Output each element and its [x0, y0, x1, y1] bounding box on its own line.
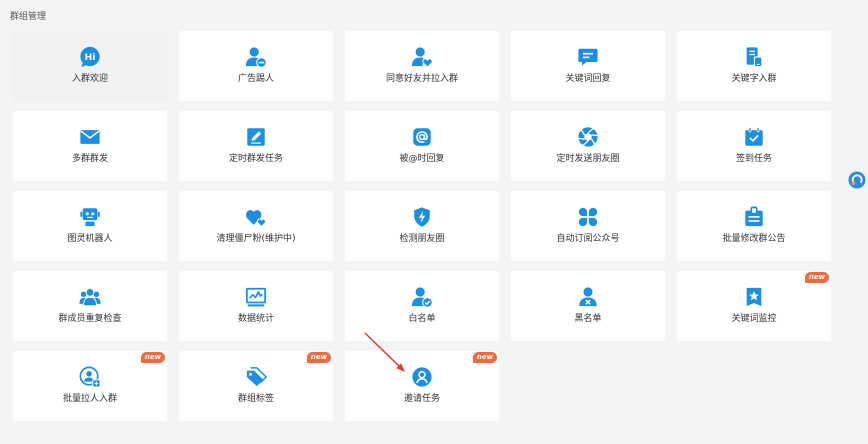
- tile-auto-subscribe[interactable]: 自动订阅公众号: [511, 191, 665, 261]
- edit-icon: [245, 126, 267, 148]
- tile-ad-kick[interactable]: 广告踢人: [179, 31, 333, 101]
- clover-icon: [577, 206, 599, 228]
- calendar-check-icon: [743, 126, 765, 148]
- tile-label: 广告踢人: [237, 74, 274, 84]
- user-circle-add-icon: [79, 366, 101, 388]
- tile-invite-task[interactable]: 邀请任务 new: [345, 351, 499, 421]
- tile-keyword-join[interactable]: 关键字入群: [677, 31, 831, 101]
- tile-label: 入群欢迎: [71, 74, 108, 84]
- tile-accept-friend-invite[interactable]: 同意好友并拉入群: [345, 31, 499, 101]
- user-heart-icon: [411, 46, 433, 68]
- tile-detect-moments[interactable]: 检测朋友圈: [345, 191, 499, 261]
- user-circle-icon: [411, 366, 433, 388]
- tile-check-in-task[interactable]: 签到任务: [677, 111, 831, 181]
- aperture-icon: [577, 126, 599, 148]
- tile-label: 图灵机器人: [67, 234, 113, 244]
- tags-icon: [245, 366, 268, 388]
- tile-label: 批量修改群公告: [722, 234, 786, 244]
- mobile-document-icon: [743, 46, 765, 68]
- new-badge: new: [307, 352, 331, 363]
- new-badge: new: [141, 352, 165, 363]
- tile-label: 自动订阅公众号: [556, 234, 620, 244]
- tile-group-welcome[interactable]: Hi 入群欢迎: [13, 31, 167, 101]
- tile-blacklist[interactable]: 黑名单: [511, 271, 665, 341]
- tile-label: 数据统计: [237, 314, 274, 324]
- panel-title: 群组管理: [10, 12, 47, 22]
- tile-clean-zombie-fans[interactable]: 清理僵尸粉(维护中): [179, 191, 333, 261]
- tile-data-statistics[interactable]: 数据统计: [179, 271, 333, 341]
- tile-label: 多群群发: [71, 154, 108, 164]
- tile-label: 黑名单: [574, 314, 602, 324]
- tile-mention-reply[interactable]: 被@时回复: [345, 111, 499, 181]
- monitor-chart-icon: [245, 286, 267, 308]
- tile-label: 同意好友并拉入群: [385, 74, 458, 84]
- tile-multi-group-broadcast[interactable]: 多群群发: [13, 111, 167, 181]
- tile-label: 检测朋友圈: [399, 234, 445, 244]
- tile-label: 清理僵尸粉(维护中): [216, 234, 296, 244]
- users-icon: [79, 286, 101, 308]
- tile-whitelist[interactable]: 白名单: [345, 271, 499, 341]
- robot-icon: [79, 206, 101, 228]
- tile-batch-announcement[interactable]: 批量修改群公告: [677, 191, 831, 261]
- tile-batch-invite[interactable]: 批量拉人入群 new: [13, 351, 167, 421]
- envelope-icon: [79, 126, 101, 148]
- floating-service-icon[interactable]: [848, 171, 866, 189]
- hi-bubble-icon: Hi: [79, 46, 101, 68]
- new-badge: new: [473, 352, 497, 363]
- tile-label: 邀请任务: [403, 394, 440, 404]
- tile-label: 签到任务: [735, 154, 772, 164]
- tile-label: 关键字入群: [731, 74, 777, 84]
- tile-scheduled-moments[interactable]: 定时发送朋友圈: [511, 111, 665, 181]
- shield-bolt-icon: [411, 206, 433, 228]
- user-block-icon: [577, 286, 599, 308]
- tile-member-duplicate-check[interactable]: 群成员重复检查: [13, 271, 167, 341]
- tile-scheduled-broadcast[interactable]: 定时群发任务: [179, 111, 333, 181]
- tile-label: 被@时回复: [399, 154, 445, 164]
- clipboard-icon: [743, 206, 765, 228]
- tile-label: 定时发送朋友圈: [556, 154, 620, 164]
- tile-label: 白名单: [408, 314, 436, 324]
- tile-turing-robot[interactable]: 图灵机器人: [13, 191, 167, 261]
- bookmark-star-icon: [743, 286, 765, 308]
- tile-label: 批量拉人入群: [62, 394, 117, 404]
- new-badge: new: [805, 272, 829, 283]
- tile-label: 定时群发任务: [228, 154, 283, 164]
- chat-bubble-icon: [577, 46, 599, 68]
- tile-label: 关键词监控: [731, 314, 777, 324]
- tile-keyword-reply[interactable]: 关键词回复: [511, 31, 665, 101]
- tile-group-tags[interactable]: 群组标签 new: [179, 351, 333, 421]
- hearts-icon: [245, 206, 267, 228]
- tile-label: 群成员重复检查: [58, 314, 122, 324]
- user-check-icon: [411, 286, 433, 308]
- tile-label: 关键词回复: [565, 74, 611, 84]
- feature-grid: Hi 入群欢迎 广告踢人 同意好友并拉入群 关键词回复 关键字入群 多群群发 定…: [13, 31, 831, 421]
- tile-keyword-monitor[interactable]: 关键词监控 new: [677, 271, 831, 341]
- tile-label: 群组标签: [237, 394, 274, 404]
- icon-lettering: Hi: [85, 52, 96, 63]
- at-sign-icon: [411, 126, 433, 148]
- remove-user-icon: [245, 46, 267, 68]
